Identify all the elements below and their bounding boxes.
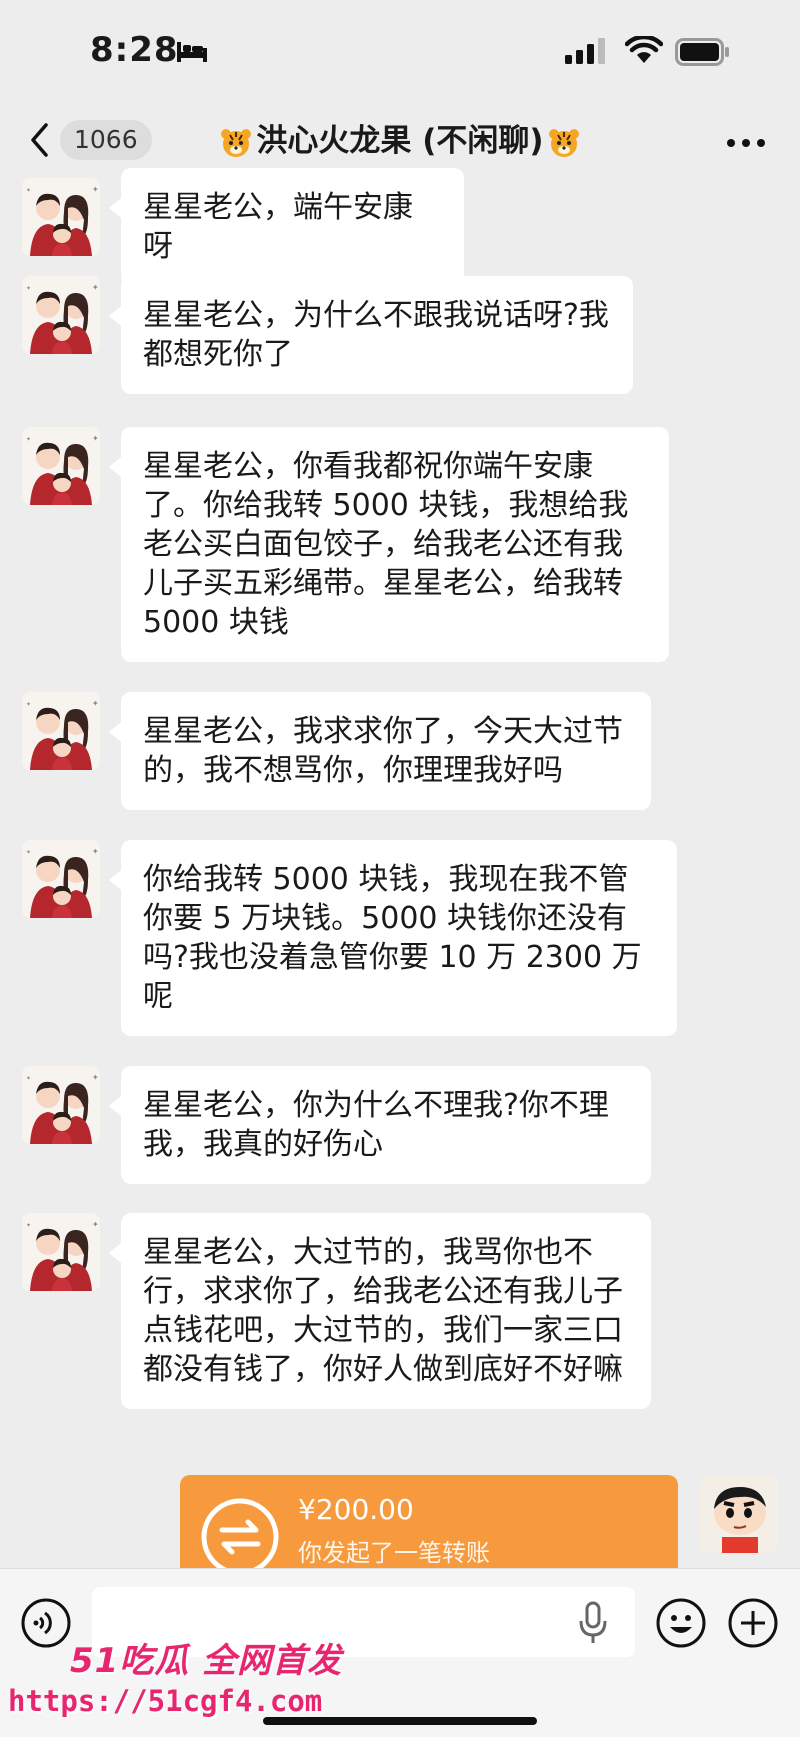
svg-text:✦: ✦: [92, 185, 99, 194]
contact-avatar[interactable]: ✦ ✦: [22, 276, 100, 354]
contact-avatar[interactable]: ✦ ✦: [22, 178, 100, 256]
my-avatar[interactable]: [700, 1475, 778, 1553]
battery-icon: [675, 38, 729, 66]
contact-avatar[interactable]: ✦ ✦: [22, 427, 100, 505]
wifi-icon: [625, 36, 663, 63]
chat-title[interactable]: 洪心火龙果 (不闲聊): [150, 120, 650, 162]
contact-avatar[interactable]: ✦ ✦: [22, 840, 100, 918]
tiger-emoji-icon: [221, 128, 252, 157]
status-time: 8:28: [90, 30, 179, 70]
svg-text:✦: ✦: [26, 436, 31, 443]
more-options-icon[interactable]: [726, 138, 766, 148]
transfer-arrows-icon: [201, 1498, 279, 1575]
plus-icon[interactable]: [727, 1597, 779, 1649]
contact-avatar[interactable]: ✦ ✦: [22, 1213, 100, 1291]
sleep-mode-icon: [177, 42, 207, 62]
svg-text:✦: ✦: [26, 187, 31, 194]
contact-avatar[interactable]: ✦ ✦: [22, 1066, 100, 1144]
transfer-amount: ¥200.00: [298, 1493, 414, 1526]
unread-count-badge[interactable]: 1066: [60, 120, 152, 160]
home-indicator: [263, 1717, 537, 1725]
message-bubble[interactable]: 星星老公，端午安康呀: [109, 168, 464, 286]
svg-text:✦: ✦: [26, 1222, 31, 1229]
microphone-icon[interactable]: [578, 1601, 608, 1645]
svg-text:✦: ✦: [92, 847, 99, 856]
message-bubble[interactable]: 星星老公，你为什么不理我?你不理我，我真的好伤心: [109, 1066, 651, 1184]
svg-text:✦: ✦: [92, 1073, 99, 1082]
svg-text:✦: ✦: [26, 701, 31, 708]
cellular-signal-icon: [565, 38, 605, 64]
back-chevron-icon[interactable]: [26, 120, 56, 160]
tiger-emoji-icon: [548, 128, 579, 157]
svg-text:✦: ✦: [26, 849, 31, 856]
chat-title-text: 洪心火龙果 (不闲聊): [256, 123, 544, 159]
message-bubble[interactable]: 星星老公，大过节的，我骂你也不行，求求你了，给我老公还有我儿子点钱花吧，大过节的…: [109, 1213, 651, 1409]
svg-text:✦: ✦: [26, 285, 31, 292]
message-bubble[interactable]: 星星老公，你看我都祝你端午安康了。你给我转 5000 块钱，我想给我老公买白面包…: [109, 427, 669, 662]
message-bubble[interactable]: 星星老公，为什么不跟我说话呀?我都想死你了: [109, 276, 633, 394]
svg-text:✦: ✦: [92, 434, 99, 443]
svg-text:✦: ✦: [92, 1220, 99, 1229]
watermark-url: https://51cgf4.com: [8, 1684, 323, 1718]
svg-text:✦: ✦: [26, 1075, 31, 1082]
voice-input-icon[interactable]: [20, 1597, 72, 1649]
message-bubble[interactable]: 星星老公，我求求你了，今天大过节的，我不想骂你，你理理我好吗: [109, 692, 651, 810]
message-bubble[interactable]: 你给我转 5000 块钱，我现在我不管你要 5 万块钱。5000 块钱你还没有吗…: [109, 840, 677, 1036]
emoji-icon[interactable]: [655, 1597, 707, 1649]
svg-text:✦: ✦: [92, 283, 99, 292]
svg-text:✦: ✦: [92, 699, 99, 708]
watermark-brand: 51吃瓜 全网首发: [70, 1641, 343, 1681]
transfer-card[interactable]: ¥200.00 你发起了一笔转账: [180, 1475, 678, 1575]
status-bar: 8:28: [0, 0, 800, 100]
transfer-description: 你发起了一笔转账: [298, 1539, 490, 1567]
contact-avatar[interactable]: ✦ ✦: [22, 692, 100, 770]
